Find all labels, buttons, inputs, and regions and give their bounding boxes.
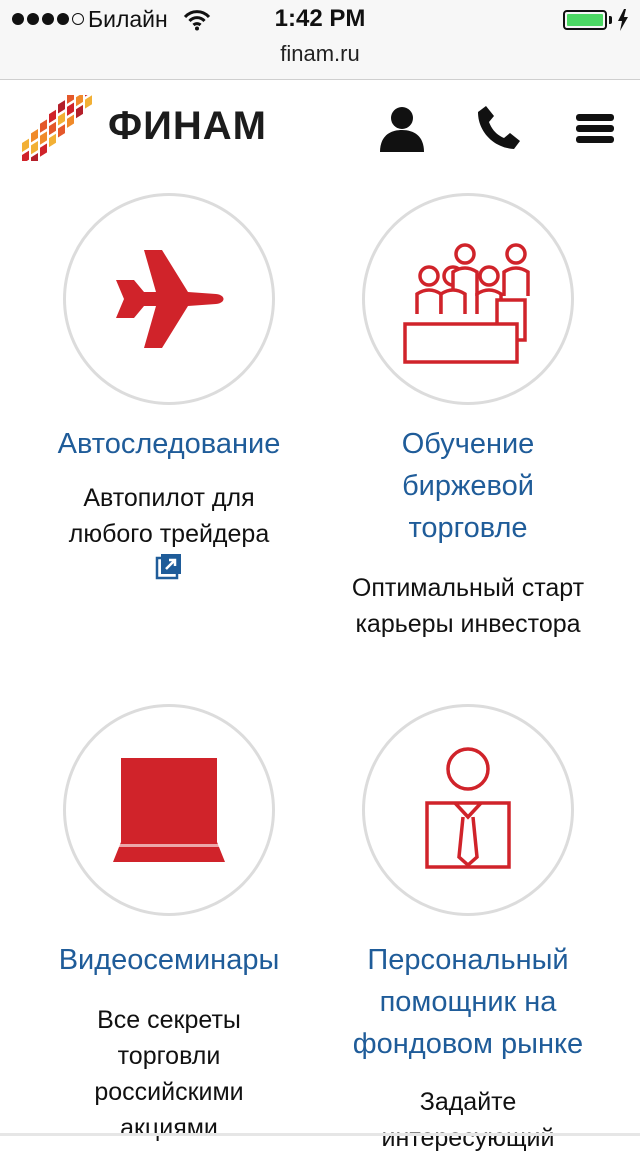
autofollow-circle-button[interactable]: [63, 193, 275, 405]
finam-logo-icon[interactable]: [22, 95, 98, 161]
autofollow-description: Автопилот для любого трейдера: [19, 480, 319, 590]
battery-cap: [609, 16, 612, 24]
phone-icon[interactable]: [472, 102, 524, 154]
education-circle-button[interactable]: [362, 193, 574, 405]
url-bar[interactable]: finam.ru: [0, 40, 640, 80]
webinars-link[interactable]: Видеосеминары: [19, 939, 319, 981]
classroom-icon: [403, 243, 530, 364]
assistant-link[interactable]: Персональный помощник на фондовом рынке: [318, 939, 618, 1065]
webinars-circle-button[interactable]: [63, 704, 275, 916]
clock: 1:42 PM: [274, 5, 366, 32]
assistant-description: Задайте интересующий: [381, 1088, 555, 1152]
autofollow-link[interactable]: Автоследование: [19, 423, 319, 465]
battery-icon: [563, 10, 607, 30]
url-text[interactable]: finam.ru: [280, 41, 359, 66]
brand-name[interactable]: ФИНАМ: [108, 104, 267, 149]
personal-assistant-icon: [425, 747, 511, 869]
assistant-circle-button[interactable]: [362, 704, 574, 916]
education-link[interactable]: Обучение биржевой торговле: [318, 423, 618, 549]
airplane-icon: [116, 250, 224, 348]
education-description: Оптимальный старт карьеры инвестора: [351, 574, 585, 638]
account-icon[interactable]: [376, 102, 428, 154]
charging-bolt-icon: [618, 9, 628, 31]
external-link-icon[interactable]: [155, 552, 183, 580]
status-bar: Билайн 1:42 PM: [0, 0, 640, 40]
monitor-icon: [113, 758, 225, 862]
webinars-description: Все секреты торговли российскими акциями: [94, 1006, 244, 1142]
menu-icon[interactable]: [570, 102, 622, 154]
